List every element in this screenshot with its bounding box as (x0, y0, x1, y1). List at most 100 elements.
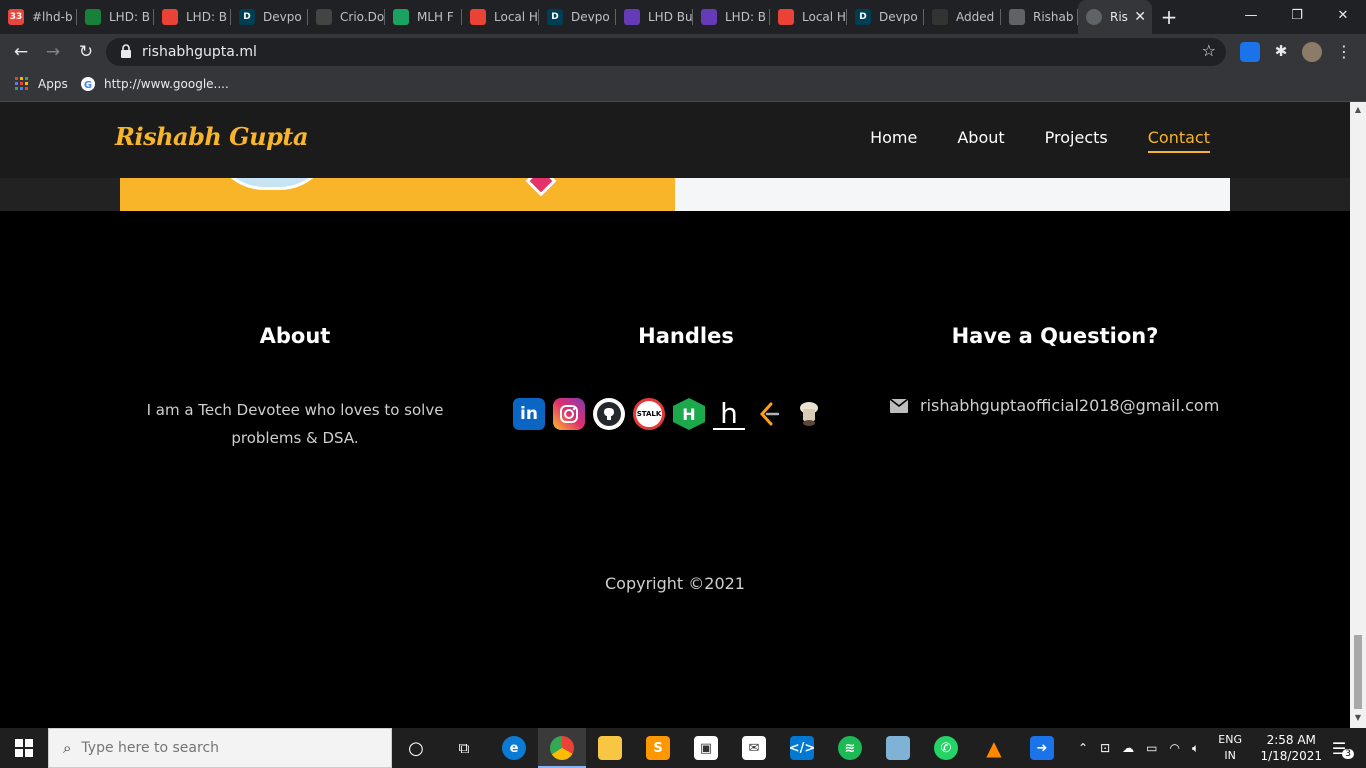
site-navbar: Rishabh Gupta Home About Projects Contac… (0, 102, 1350, 178)
scroll-up-icon[interactable]: ▲ (1354, 106, 1362, 114)
app-icon[interactable] (886, 736, 910, 760)
browser-tab[interactable]: LHD: B (154, 0, 231, 34)
start-button[interactable] (0, 728, 48, 768)
browser-tab[interactable]: D Devpo (231, 0, 308, 34)
scroll-down-icon[interactable]: ▼ (1354, 714, 1362, 722)
tab-favicon-icon: 33 (8, 9, 24, 25)
menu-icon[interactable]: ⋮ (1334, 42, 1354, 62)
nav-about[interactable]: About (957, 128, 1004, 153)
meet-icon[interactable]: ⊡ (1100, 741, 1110, 755)
tab-strip: 33 #lhd-b LHD: B LHD: B D Devpo Crio.Do MLH F Lo… (0, 0, 1366, 34)
extension-icon[interactable] (1240, 42, 1260, 62)
edge-icon[interactable]: e (502, 736, 526, 760)
close-window-icon[interactable]: ✕ (1320, 0, 1366, 30)
action-center-button[interactable]: ☰ 3 (1332, 728, 1354, 768)
github-icon[interactable] (593, 398, 625, 430)
mail-icon[interactable]: ✉ (742, 736, 766, 760)
browser-tab[interactable]: MLH F (385, 0, 462, 34)
minimize-icon[interactable]: — (1228, 0, 1274, 30)
forward-icon[interactable]: → (42, 41, 64, 63)
new-tab-button[interactable]: + (1152, 0, 1186, 34)
taskbar-search[interactable]: ⌕ (48, 728, 392, 768)
leetcode-icon[interactable] (753, 398, 785, 430)
footer-handles: Handles (510, 324, 862, 348)
browser-tab[interactable]: Rishab (1001, 0, 1078, 34)
scrollbar-thumb[interactable] (1354, 635, 1362, 709)
bookmark-label: http://www.google.... (104, 77, 229, 91)
browser-tab[interactable]: LHD: B (77, 0, 154, 34)
search-input[interactable] (81, 740, 362, 756)
page-scrollbar[interactable]: ▲ ▼ (1350, 102, 1366, 728)
share-icon[interactable]: ➜ (1030, 736, 1054, 760)
restore-icon[interactable]: ❐ (1274, 0, 1320, 30)
codechef-icon[interactable] (793, 398, 825, 430)
tab-label: Local H (802, 10, 846, 24)
wifi-icon[interactable]: ◠ (1169, 741, 1179, 755)
tab-label: LHD Bu (648, 10, 693, 24)
nav-contact[interactable]: Contact (1147, 128, 1210, 153)
browser-tab[interactable]: Local H (462, 0, 539, 34)
contact-email[interactable]: rishabhguptaofficial2018@gmail.com (890, 396, 1219, 415)
browser-tab[interactable]: 33 #lhd-b (0, 0, 77, 34)
browser-tab-active[interactable]: Ris ✕ (1078, 0, 1152, 34)
browser-tab[interactable]: LHD Bu (616, 0, 693, 34)
bookmark-google[interactable]: G http://www.google.... (80, 76, 229, 92)
avatar[interactable] (1302, 42, 1322, 62)
language-indicator[interactable]: ENG IN (1218, 732, 1242, 764)
file-explorer-icon[interactable] (598, 736, 622, 760)
battery-icon[interactable]: ▭ (1146, 741, 1157, 755)
close-tab-icon[interactable]: ✕ (1134, 9, 1146, 25)
cortana-icon[interactable]: ○ (404, 736, 428, 760)
nav-projects[interactable]: Projects (1045, 128, 1108, 153)
linkedin-icon[interactable]: in (513, 398, 545, 430)
back-icon[interactable]: ← (10, 41, 32, 63)
hackerrank-icon[interactable]: H (673, 398, 705, 430)
hackerearth-icon[interactable]: h (713, 397, 745, 430)
onedrive-icon[interactable]: ☁ (1122, 741, 1134, 755)
tab-favicon-icon (701, 9, 717, 25)
stalk-icon[interactable]: STALK (633, 398, 665, 430)
tab-label: LHD: B (725, 10, 767, 24)
tab-favicon-icon (316, 9, 332, 25)
google-icon: G (81, 77, 95, 91)
site-logo[interactable]: Rishabh Gupta (115, 122, 309, 151)
tab-favicon-icon: D (547, 9, 563, 25)
project-card-image (120, 138, 675, 211)
tab-label: Crio.Do (340, 10, 385, 24)
globe-icon (1086, 9, 1102, 25)
task-view-icon[interactable]: ⧉ (452, 736, 476, 760)
browser-tab[interactable]: D Devpo (847, 0, 924, 34)
svg-text:G: G (84, 80, 92, 91)
browser-tab[interactable]: Crio.Do (308, 0, 385, 34)
handles-list: in STALK H h (513, 397, 833, 430)
browser-tab[interactable]: Local H (770, 0, 847, 34)
spotify-icon[interactable]: ≋ (838, 736, 862, 760)
vlc-icon[interactable]: ▲ (982, 736, 1006, 760)
bookmark-apps[interactable]: Apps (14, 76, 68, 92)
tab-label: Ris (1110, 10, 1128, 24)
envelope-icon (890, 398, 908, 413)
browser-tab[interactable]: Added (924, 0, 1001, 34)
sublime-icon[interactable]: S (646, 736, 670, 760)
puzzle-icon[interactable]: ✱ (1271, 42, 1291, 62)
instagram-icon[interactable] (553, 398, 585, 430)
email-link[interactable]: rishabhguptaofficial2018@gmail.com (920, 396, 1219, 415)
volume-icon[interactable]: 🔈︎ (1192, 741, 1199, 756)
chevron-up-icon[interactable]: ⌃ (1078, 741, 1088, 755)
vscode-icon[interactable]: </> (789, 736, 815, 760)
chrome-icon[interactable] (550, 736, 574, 760)
clock[interactable]: 2:58 AM 1/18/2021 (1260, 732, 1322, 764)
browser-tab[interactable]: LHD: B (693, 0, 770, 34)
whatsapp-icon[interactable]: ✆ (934, 736, 958, 760)
browser-toolbar: ← → ↻ rishabhgupta.ml ☆ ✱ ⋮ (0, 34, 1366, 70)
tab-label: Local H (494, 10, 538, 24)
tab-favicon-icon (85, 9, 101, 25)
reload-icon[interactable]: ↻ (75, 41, 97, 63)
address-bar[interactable]: rishabhgupta.ml ☆ (106, 38, 1226, 66)
bookmark-star-icon[interactable]: ☆ (1202, 41, 1216, 60)
browser-tab[interactable]: D Devpo (539, 0, 616, 34)
footer-question: Have a Question? (890, 324, 1220, 348)
store-icon[interactable]: ▣ (694, 736, 718, 760)
tab-favicon-icon (932, 9, 948, 25)
nav-home[interactable]: Home (870, 128, 917, 153)
